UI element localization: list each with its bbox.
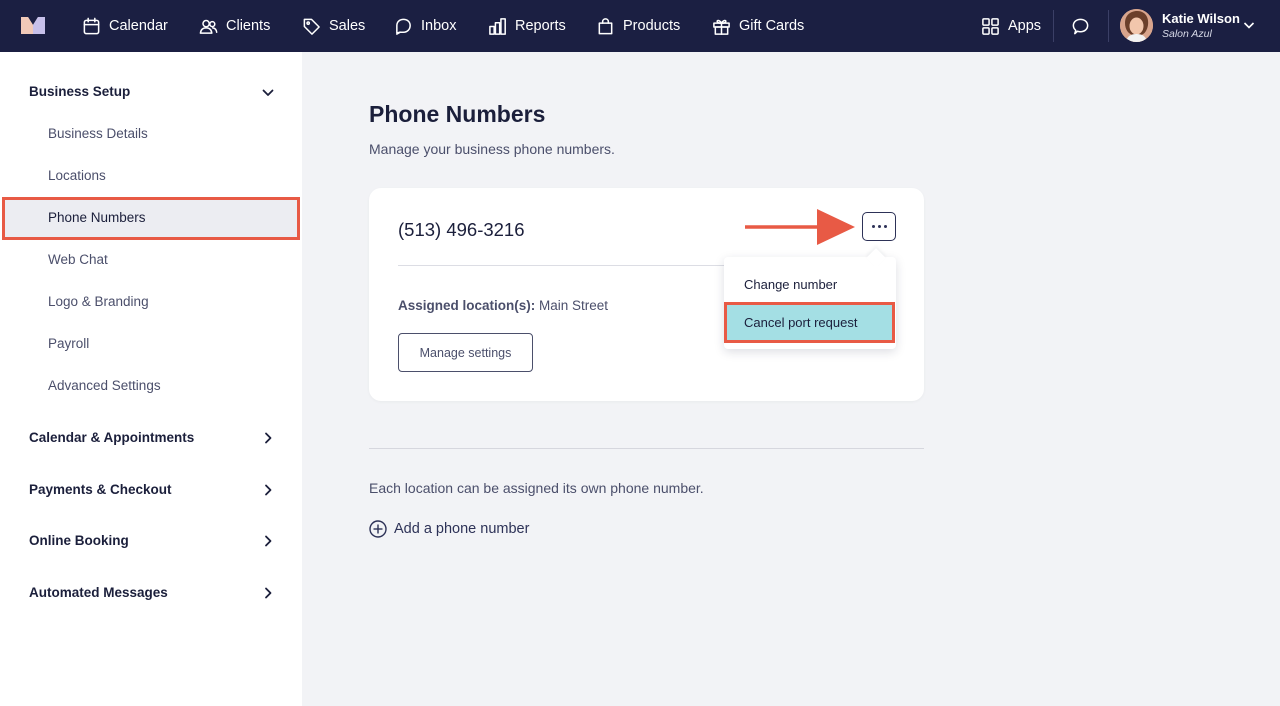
user-business-name: Salon Azul [1162,28,1212,40]
menu-item-cancel-port-request-label: Cancel port request [744,315,858,330]
apps-grid-icon [982,17,999,35]
assigned-locations: Assigned location(s): Main Street [398,298,608,313]
sidebar-item-web-chat[interactable]: Web Chat [48,252,108,267]
calendar-icon [83,17,100,34]
nav-reports-label: Reports [515,18,566,34]
avatar-image [1120,9,1153,42]
info-text: Each location can be assigned its own ph… [369,480,704,496]
bar-chart-icon [489,17,506,35]
nav-clients-label: Clients [226,18,271,34]
manage-settings-button[interactable]: Manage settings [398,333,533,372]
top-nav: Calendar Clients Sales Inbox Reports Pro… [0,0,1280,52]
app-logo-icon[interactable] [19,14,47,36]
add-phone-number-label: Add a phone number [394,521,530,537]
sidebar-item-business-details[interactable]: Business Details [48,126,148,141]
chat-bubble-icon [1072,18,1089,34]
sidebar-section-business-setup[interactable]: Business Setup [29,84,130,99]
sidebar-item-locations[interactable]: Locations [48,168,106,183]
card-divider [398,265,726,266]
nav-messages[interactable] [1071,0,1098,52]
chevron-right-icon[interactable] [262,484,274,496]
nav-calendar[interactable]: Calendar [82,0,168,52]
nav-sales[interactable]: Sales [302,0,365,52]
nav-gift-cards[interactable]: Gift Cards [712,0,804,52]
nav-calendar-label: Calendar [109,18,168,34]
sidebar-section-automated-messages[interactable]: Automated Messages [29,585,168,600]
chevron-down-icon[interactable] [1242,18,1256,32]
sidebar-section-calendar-appointments[interactable]: Calendar & Appointments [29,430,194,445]
more-dot [877,225,881,228]
nav-divider [1053,10,1054,42]
nav-reports[interactable]: Reports [488,0,566,52]
sidebar-item-advanced-settings[interactable]: Advanced Settings [48,378,161,393]
nav-sales-label: Sales [329,18,366,34]
section-divider [369,448,924,449]
user-avatar[interactable] [1120,9,1153,42]
gift-icon [713,19,730,35]
nav-products[interactable]: Products [596,0,680,52]
user-name[interactable]: Katie Wilson [1162,11,1240,26]
chevron-down-icon[interactable] [262,87,274,99]
chevron-right-icon[interactable] [262,432,274,444]
add-phone-number-link[interactable]: Add a phone number [369,520,529,538]
tag-icon [303,18,320,35]
phone-number: (513) 496-3216 [398,219,525,240]
nav-products-label: Products [623,18,681,34]
chevron-right-icon[interactable] [262,587,274,599]
sidebar-item-logo-branding[interactable]: Logo & Branding [48,294,149,309]
chevron-right-icon[interactable] [262,535,274,547]
page-title: Phone Numbers [369,101,546,127]
arrow-right-icon [745,209,855,245]
menu-item-cancel-port-request[interactable]: Cancel port request [724,302,895,343]
nav-divider [1108,10,1109,42]
sidebar-item-payroll[interactable]: Payroll [48,336,89,351]
sidebar-active-highlight [2,197,300,240]
clients-icon [199,19,218,34]
shopping-bag-icon [598,17,613,34]
nav-apps[interactable]: Apps [981,0,1041,52]
plus-circle-icon [369,520,387,538]
page-subtitle: Manage your business phone numbers. [369,141,615,157]
more-options-button[interactable] [862,212,896,241]
nav-inbox-label: Inbox [421,18,457,34]
assigned-locations-value: Main Street [539,298,609,313]
nav-gift-cards-label: Gift Cards [739,18,805,34]
menu-item-change-number[interactable]: Change number [744,277,837,292]
settings-sidebar: Business Setup Business Details Location… [0,52,302,706]
sidebar-section-payments-checkout[interactable]: Payments & Checkout [29,482,172,497]
more-dot [871,225,875,228]
assigned-locations-label: Assigned location(s): [398,298,536,313]
nav-apps-label: Apps [1008,18,1042,34]
more-dot [883,225,887,228]
nav-clients[interactable]: Clients [199,0,270,52]
sidebar-item-phone-numbers[interactable]: Phone Numbers [48,210,146,225]
nav-inbox[interactable]: Inbox [394,0,456,52]
inbox-icon [396,18,411,35]
sidebar-section-online-booking[interactable]: Online Booking [29,533,129,548]
